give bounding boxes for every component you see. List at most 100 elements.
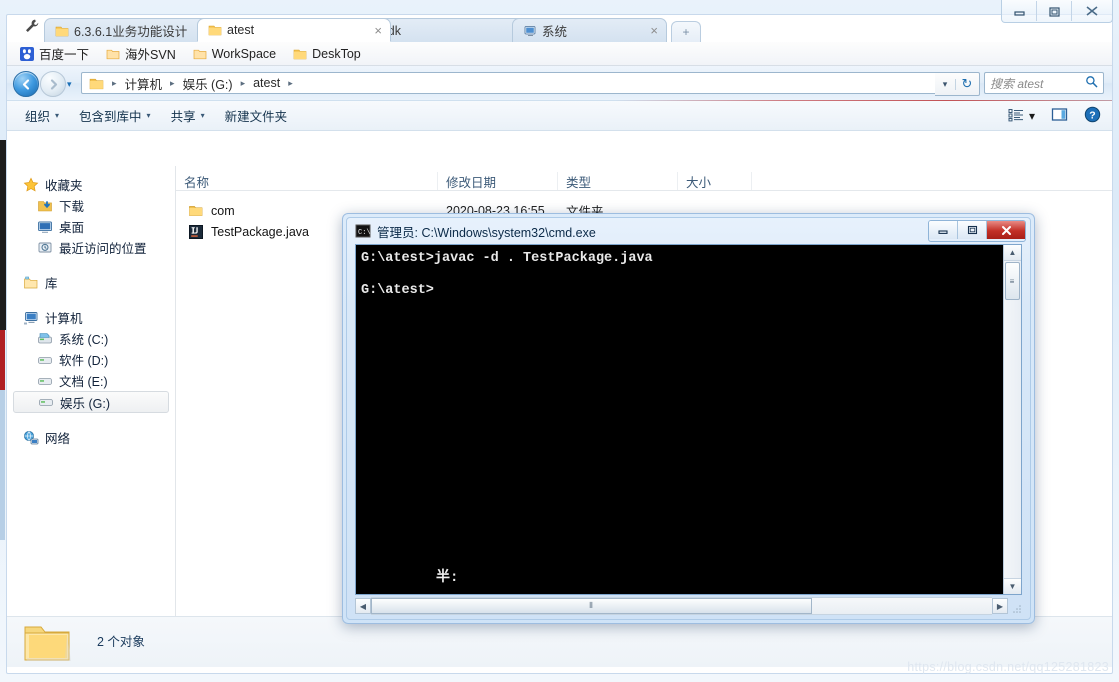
nav-item-drive-d[interactable]: 软件 (D:) — [7, 349, 175, 370]
nav-item-recent-places[interactable]: 最近访问的位置 — [7, 237, 175, 258]
watermark-text: https://blog.csdn.net/qq125281823 — [907, 660, 1109, 674]
nav-header-network[interactable]: 网络 — [7, 427, 175, 448]
column-header-size[interactable]: 大小 — [678, 172, 752, 190]
breadcrumb-item-1[interactable]: 娱乐 (G:) — [180, 74, 236, 93]
nav-item-desktop[interactable]: 桌面 — [7, 216, 175, 237]
plus-icon: + — [682, 25, 690, 39]
toolbar-new-folder-button[interactable]: 新建文件夹 — [215, 102, 298, 129]
nav-label: 网络 — [45, 432, 71, 446]
breadcrumb-sep-2[interactable]: ▸ — [236, 78, 251, 89]
search-icon — [1085, 75, 1098, 91]
tab-3[interactable]: 系统 × — [512, 18, 667, 42]
cmd-hscroll-track[interactable]: ⦀ — [371, 597, 992, 615]
help-button[interactable]: ? — [1079, 103, 1106, 129]
nav-item-downloads[interactable]: 下载 — [7, 195, 175, 216]
svg-text:C:\: C:\ — [358, 229, 371, 237]
help-icon: ? — [1084, 106, 1101, 126]
back-button[interactable] — [13, 71, 39, 97]
cmd-title-bar[interactable]: C:\ 管理员: C:\Windows\system32\cmd.exe — [347, 218, 1030, 244]
new-tab-button[interactable]: + — [671, 21, 701, 42]
search-input[interactable]: 搜索 atest — [984, 72, 1104, 94]
explorer-toolbar: 组织 ▾ 包含到库中 ▾ 共享 ▾ 新建文件夹 ▾ ? — [7, 101, 1112, 131]
nav-header-favorites[interactable]: 收藏夹 — [7, 174, 175, 195]
bookmark-item-2[interactable]: WorkSpace — [186, 45, 283, 63]
cmd-scroll-down-button[interactable]: ▼ — [1004, 578, 1021, 594]
system-drive-icon — [37, 331, 53, 347]
nav-label: 娱乐 (G:) — [60, 396, 110, 411]
column-header-type[interactable]: 类型 — [558, 172, 678, 190]
view-options-button[interactable]: ▾ — [1003, 105, 1040, 128]
breadcrumb-sep-0[interactable]: ▸ — [107, 78, 122, 89]
bookmark-label: DeskTop — [312, 46, 361, 61]
computer-icon — [23, 310, 39, 326]
breadcrumb-item-0[interactable]: 计算机 — [122, 74, 166, 93]
folder-icon — [293, 47, 307, 61]
bookmark-item-0[interactable]: 百度一下 — [13, 42, 96, 65]
cmd-scroll-up-button[interactable]: ▲ — [1004, 245, 1021, 261]
bookmark-item-3[interactable]: DeskTop — [286, 45, 368, 63]
folder-icon — [188, 203, 204, 219]
left-edge-artifact-dark — [0, 140, 6, 330]
cmd-console-output[interactable]: G:\atest>javac -d . TestPackage.java G:\… — [355, 244, 1022, 595]
toolbar-share-button[interactable]: 共享 ▾ — [161, 102, 215, 129]
intellij-file-icon — [188, 224, 204, 240]
column-header-name[interactable]: 名称 — [176, 172, 438, 190]
recent-places-icon — [37, 240, 53, 256]
cmd-vertical-scroll-thumb[interactable]: ≡ — [1005, 262, 1020, 300]
bookmark-item-1[interactable]: 海外SVN — [99, 42, 183, 65]
cmd-scroll-left-button[interactable]: ◀ — [355, 598, 371, 614]
view-list-icon — [1008, 108, 1025, 125]
history-dropdown-caret[interactable]: ▾ — [67, 79, 72, 90]
star-icon — [23, 176, 39, 193]
cmd-horizontal-scroll-thumb[interactable]: ⦀ — [371, 598, 812, 614]
file-name-label: TestPackage.java — [211, 224, 309, 239]
cmd-minimize-button[interactable] — [929, 221, 958, 239]
column-header-filler — [752, 172, 1112, 190]
breadcrumb-item-2[interactable]: atest — [250, 76, 283, 90]
breadcrumb[interactable]: ▸ 计算机 ▸ 娱乐 (G:) ▸ atest ▸ — [81, 72, 942, 94]
nav-section-computer: 计算机 系统 (C:) 软件 (D:) 文档 (E:) 娱乐 (G:) — [7, 307, 175, 413]
nav-item-drive-g[interactable]: 娱乐 (G:) — [13, 391, 169, 413]
left-edge-artifact-blue — [0, 390, 5, 540]
address-dropdown-caret[interactable]: ▾ — [935, 78, 956, 90]
tab-close-icon[interactable]: × — [640, 24, 658, 37]
folder-icon — [55, 24, 69, 38]
chevron-down-icon: ▾ — [146, 111, 151, 120]
refresh-icon[interactable]: ↻ — [956, 76, 978, 92]
search-placeholder: 搜索 atest — [990, 76, 1044, 91]
nav-label: 收藏夹 — [45, 179, 83, 193]
toolbar-organize-button[interactable]: 组织 ▾ — [15, 102, 69, 129]
column-header-date[interactable]: 修改日期 — [438, 172, 558, 190]
toolbar-item-label: 新建文件夹 — [224, 110, 288, 124]
tab-1[interactable]: atest × — [197, 18, 391, 42]
browser-window: 6.3.6.1业务功能设计 × atest × jdk × 系统 × + — [0, 0, 1119, 682]
nav-label: 下载 — [59, 200, 85, 214]
cmd-horizontal-scrollbar[interactable]: ◀ ⦀ ▶ — [355, 597, 1022, 615]
address-actions: ▾ ↻ — [935, 72, 980, 96]
preview-pane-button[interactable] — [1046, 104, 1073, 128]
breadcrumb-root-icon — [86, 76, 107, 91]
cmd-partial-glyph: 半: — [436, 570, 459, 586]
nav-header-computer[interactable]: 计算机 — [7, 307, 175, 328]
toolbar-item-label: 组织 — [25, 110, 51, 124]
cmd-vertical-scrollbar[interactable]: ▲ ≡ ▼ — [1003, 245, 1021, 594]
breadcrumb-sep-1[interactable]: ▸ — [165, 78, 180, 89]
cmd-maximize-button[interactable] — [958, 221, 987, 239]
toolbar-include-in-library-button[interactable]: 包含到库中 ▾ — [69, 102, 161, 129]
nav-item-drive-e[interactable]: 文档 (E:) — [7, 370, 175, 391]
chevron-down-icon: ▾ — [55, 111, 60, 120]
folder-open-icon — [106, 47, 120, 61]
cmd-resize-grip[interactable] — [1008, 598, 1022, 614]
cmd-window[interactable]: C:\ 管理员: C:\Windows\system32\cmd.exe G:\… — [342, 213, 1035, 624]
chevron-down-icon: ▾ — [200, 111, 205, 120]
library-icon — [23, 275, 39, 291]
breadcrumb-sep-3[interactable]: ▸ — [283, 78, 298, 89]
nav-item-drive-c[interactable]: 系统 (C:) — [7, 328, 175, 349]
nav-label: 最近访问的位置 — [59, 242, 147, 256]
forward-button[interactable] — [40, 71, 66, 97]
nav-section-libraries: 库 — [7, 272, 175, 293]
cmd-close-button[interactable] — [987, 221, 1025, 239]
tab-close-icon[interactable]: × — [364, 24, 382, 37]
nav-header-libraries[interactable]: 库 — [7, 272, 175, 293]
cmd-scroll-right-button[interactable]: ▶ — [992, 598, 1008, 614]
